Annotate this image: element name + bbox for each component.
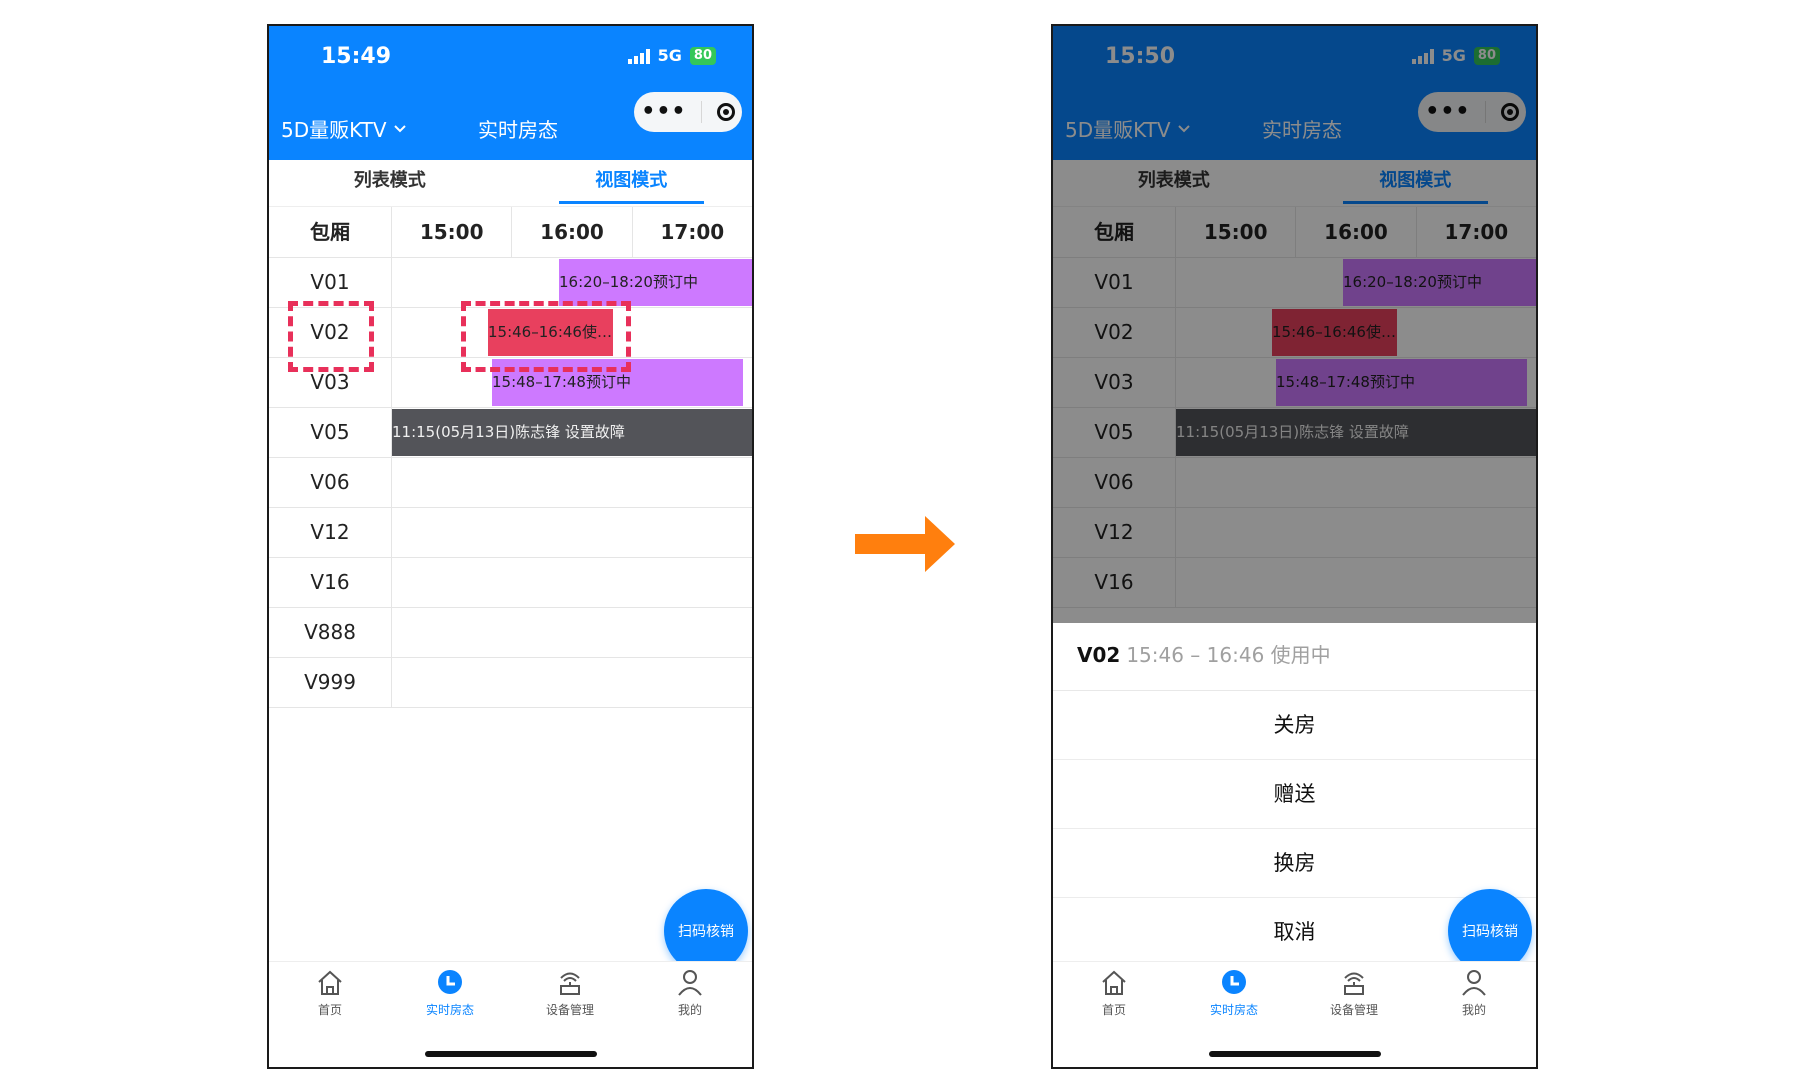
highlight-room-v02 xyxy=(288,301,374,372)
clock-icon xyxy=(438,970,462,994)
router-icon xyxy=(560,972,580,995)
user-icon xyxy=(1462,970,1486,996)
phone-screen-after: 15:50 5G 80 5D量贩KTV 实时房态 ••• 列表模式 视图模式 包… xyxy=(1051,24,1538,1069)
phone-screen-before: 15:49 5G 80 5D量贩KTV 实时房态 ••• 列表模式 视图模式 包… xyxy=(267,24,754,1069)
time-column-1500: 15:00 xyxy=(392,207,513,257)
clock-icon xyxy=(1222,970,1246,994)
store-selector[interactable]: 5D量贩KTV xyxy=(281,114,407,143)
tabbar-realtime[interactable]: 实时房态 xyxy=(400,968,500,1018)
tabbar-mine[interactable]: 我的 xyxy=(640,968,740,1018)
tabbar-devices[interactable]: 设备管理 xyxy=(520,968,620,1018)
tab-view-mode[interactable]: 视图模式 xyxy=(511,160,753,206)
tabbar-realtime[interactable]: 实时房态 xyxy=(1184,968,1284,1018)
room-label: V888 xyxy=(269,608,392,657)
signal-icon xyxy=(627,48,650,64)
chevron-down-icon xyxy=(393,124,406,132)
room-lane[interactable] xyxy=(392,608,752,657)
tabbar-label: 我的 xyxy=(1461,1003,1486,1017)
room-row-v12: V12 xyxy=(269,508,752,558)
room-label: V16 xyxy=(269,558,392,607)
bottom-tabbar: 首页 实时房态 设备管理 我的 xyxy=(269,961,752,1067)
status-time: 15:49 xyxy=(321,44,392,69)
room-lane[interactable] xyxy=(392,658,752,707)
time-column-1600: 16:00 xyxy=(512,207,633,257)
room-lane[interactable] xyxy=(392,458,752,507)
tabbar-label: 设备管理 xyxy=(545,1003,594,1017)
home-indicator xyxy=(424,1051,597,1057)
close-room-option[interactable]: 关房 xyxy=(1053,691,1536,760)
modal-overlay[interactable] xyxy=(1053,26,1536,623)
booking-block-v01[interactable]: 16:20–18:20预订中 xyxy=(559,259,752,306)
room-row-v06: V06 xyxy=(269,458,752,508)
room-lane[interactable] xyxy=(392,508,752,557)
fault-block-v05[interactable]: 11:15(05月13日)陈志锋 设置故障 xyxy=(392,409,752,456)
grid-header: 包厢 15:00 16:00 17:00 xyxy=(269,206,752,258)
battery-icon: 80 xyxy=(689,46,716,65)
room-row-v888: V888 xyxy=(269,608,752,658)
action-sheet-room: V02 xyxy=(1077,643,1121,667)
time-column-1700: 17:00 xyxy=(660,220,725,244)
tabbar-home[interactable]: 首页 xyxy=(1064,968,1164,1018)
transition-arrow-icon xyxy=(855,516,955,572)
store-name: 5D量贩KTV xyxy=(281,118,387,142)
room-label: V999 xyxy=(269,658,392,707)
action-sheet-header: V02 15:46 – 16:46 使用中 xyxy=(1053,623,1536,691)
mode-tabs: 列表模式 视图模式 xyxy=(269,160,752,206)
home-icon xyxy=(318,970,342,995)
tabbar-label: 首页 xyxy=(317,1003,342,1017)
change-room-option[interactable]: 换房 xyxy=(1053,829,1536,898)
room-row-v05: V05 11:15(05月13日)陈志锋 设置故障 xyxy=(269,408,752,458)
tabbar-label: 实时房态 xyxy=(425,1003,474,1017)
more-icon[interactable]: ••• xyxy=(641,101,686,123)
top-header: 15:49 5G 80 5D量贩KTV 实时房态 ••• xyxy=(269,26,752,160)
tabbar-devices[interactable]: 设备管理 xyxy=(1304,968,1404,1018)
user-icon xyxy=(678,970,702,996)
room-label: V12 xyxy=(269,508,392,557)
room-lane[interactable] xyxy=(392,558,752,607)
gift-option[interactable]: 赠送 xyxy=(1053,760,1536,829)
tabbar-label: 实时房态 xyxy=(1209,1003,1258,1017)
home-indicator xyxy=(1208,1051,1381,1057)
capsule-divider xyxy=(701,101,703,123)
bottom-tabbar: 首页 实时房态 设备管理 我的 xyxy=(1053,961,1536,1067)
router-icon xyxy=(1344,972,1364,995)
page-title: 实时房态 xyxy=(478,118,558,142)
highlight-block-v02 xyxy=(461,301,631,372)
room-lane[interactable]: 11:15(05月13日)陈志锋 设置故障 xyxy=(392,408,752,457)
network-label: 5G xyxy=(657,46,682,65)
room-row-v16: V16 xyxy=(269,558,752,608)
tabbar-label: 首页 xyxy=(1101,1003,1126,1017)
status-indicators: 5G 80 xyxy=(627,46,716,65)
tabbar-home[interactable]: 首页 xyxy=(280,968,380,1018)
home-icon xyxy=(1102,970,1126,995)
tab-list-mode[interactable]: 列表模式 xyxy=(269,160,511,206)
tabbar-label: 设备管理 xyxy=(1329,1003,1378,1017)
tabbar-mine[interactable]: 我的 xyxy=(1424,968,1524,1018)
close-miniapp-icon[interactable] xyxy=(716,103,735,121)
room-column-header: 包厢 xyxy=(269,207,392,257)
room-lane[interactable]: 16:20–18:20预订中 xyxy=(392,258,752,307)
action-sheet-status: 15:46 – 16:46 使用中 xyxy=(1126,643,1331,667)
tabbar-label: 我的 xyxy=(677,1003,702,1017)
room-label: V06 xyxy=(269,458,392,507)
room-label: V05 xyxy=(269,408,392,457)
room-row-v999: V999 xyxy=(269,658,752,708)
room-label: V01 xyxy=(269,258,392,307)
room-timeline-grid: 包厢 15:00 16:00 17:00 V01 16:20–18:20预订中 … xyxy=(269,206,752,708)
miniapp-capsule: ••• xyxy=(634,92,742,132)
